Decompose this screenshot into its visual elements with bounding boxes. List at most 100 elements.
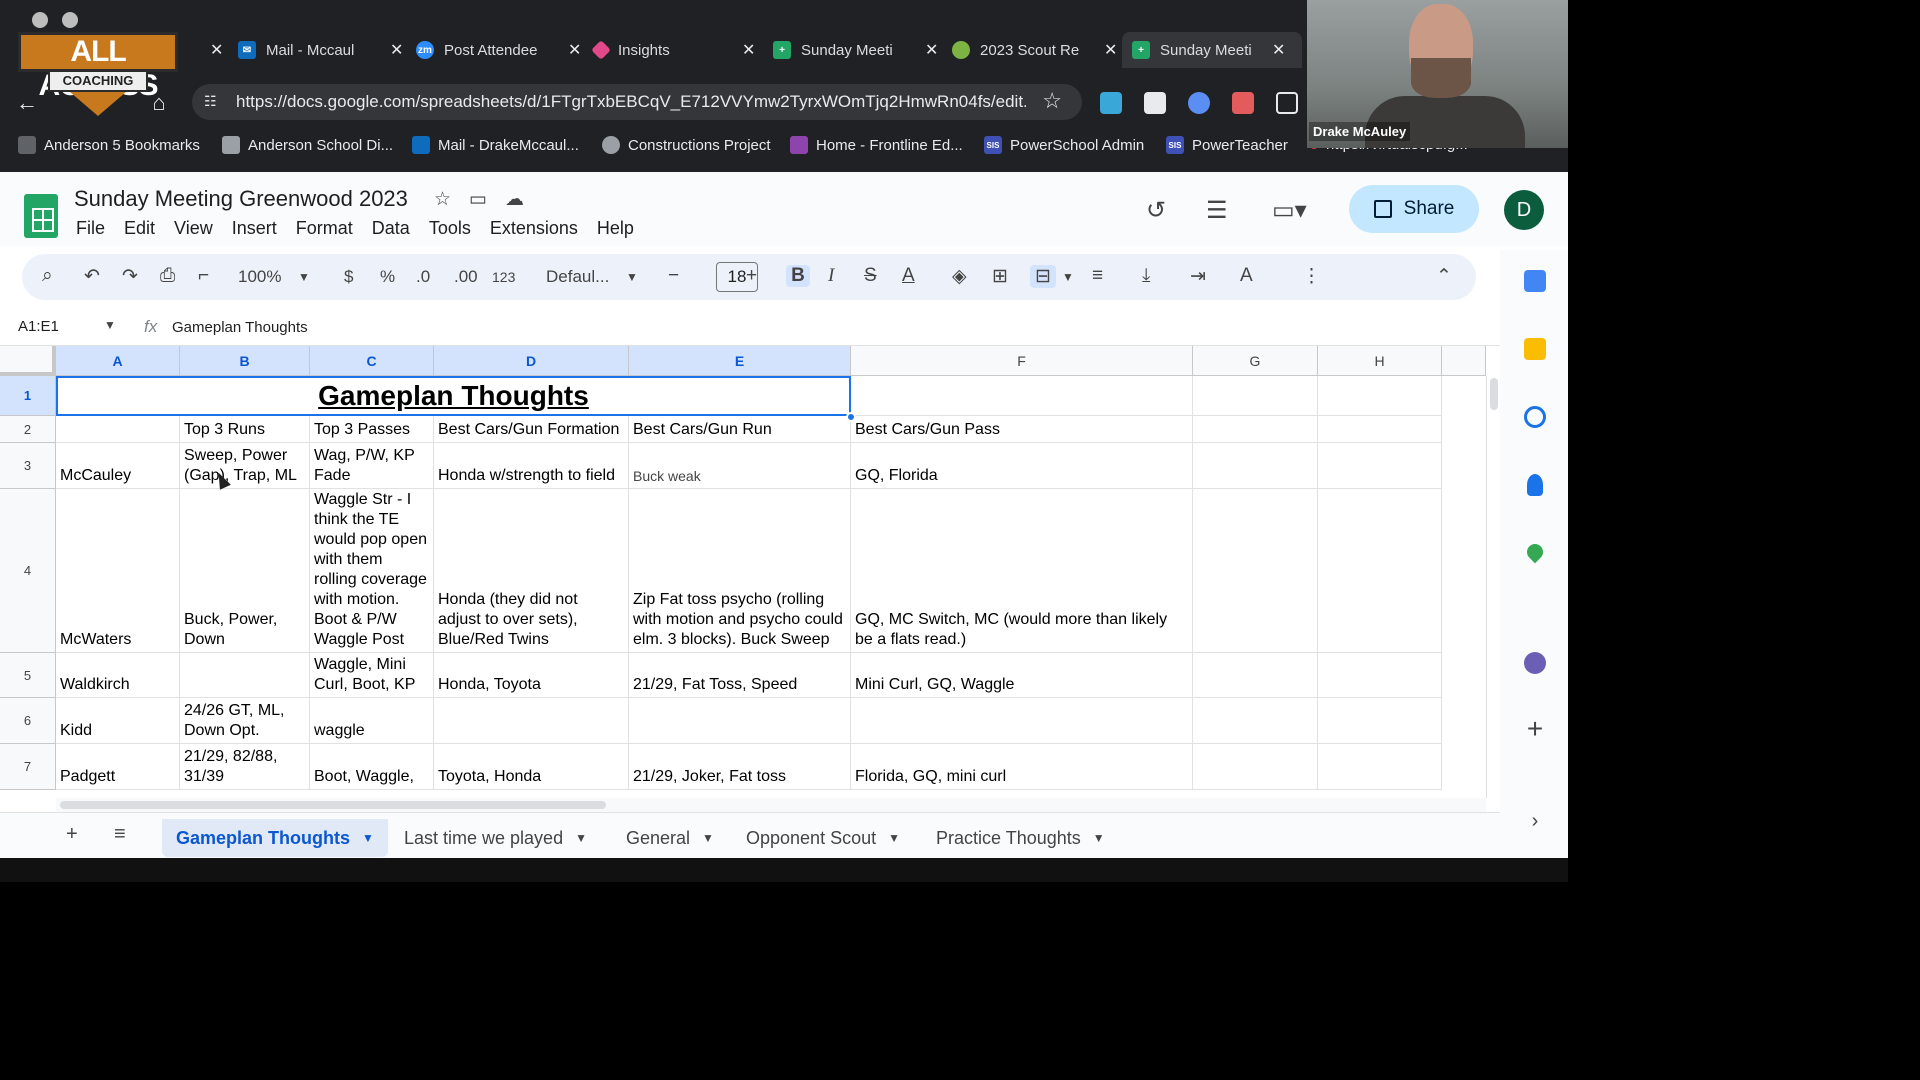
close-icon[interactable]: ✕ [1104,40,1117,60]
chevron-down-icon[interactable]: ▼ [1093,831,1105,845]
text-color-icon[interactable]: A [902,265,915,287]
cell[interactable]: 24/26 GT, ML, Down Opt. [180,698,310,744]
cell[interactable]: Kidd [56,698,180,744]
print-icon[interactable]: ⎙ [160,265,175,287]
cell[interactable]: Best Cars/Gun Run [629,416,851,443]
bold-icon[interactable]: B [786,265,810,287]
chevron-down-icon[interactable]: ▼ [362,831,374,845]
chevron-down-icon[interactable]: ▼ [575,831,587,845]
cell[interactable] [56,416,180,443]
bookmark-item[interactable]: SIS PowerSchool Admin [984,136,1144,154]
cell[interactable]: Waggle Str - I think the TE would pop op… [310,489,434,653]
window-dot-icon[interactable] [62,12,78,28]
chevron-down-icon[interactable]: ▼ [298,270,310,284]
add-addon-icon[interactable]: + [1524,715,1546,743]
chevron-down-icon[interactable]: ▼ [104,318,116,332]
selection-fill-handle[interactable] [846,412,856,422]
cell[interactable]: GQ, Florida [851,443,1193,489]
sheet-tab-last-time-we-played[interactable]: Last time we played ▼ [390,819,601,857]
cell[interactable]: Buck, Power, Down [180,489,310,653]
font-select[interactable]: Defaul... [546,267,609,287]
cell[interactable]: Waggle, Mini Curl, Boot, KP [310,653,434,698]
close-icon[interactable]: ✕ [568,40,581,60]
bookmark-star-icon[interactable]: ☆ [1042,88,1062,114]
browser-tab[interactable]: + Sunday Meeti ✕ [763,34,948,66]
close-icon[interactable]: ✕ [925,40,938,60]
name-box[interactable]: A1:E1 [18,318,59,335]
cell[interactable]: Best Cars/Gun Formation [434,416,629,443]
sheet-tab-general[interactable]: General ▼ [612,819,728,857]
add-sheet-icon[interactable]: + [66,823,78,846]
redo-icon[interactable]: ↷ [122,265,138,288]
text-wrapping-icon[interactable]: ⇥ [1190,265,1206,288]
cell[interactable]: Padgett [56,744,180,790]
home-icon[interactable]: ⌂ [146,90,172,116]
increase-decimal-button[interactable]: .00 [454,267,478,287]
bookmark-item[interactable]: Home - Frontline Ed... [790,136,963,154]
site-settings-icon[interactable]: ☷ [204,93,222,111]
close-icon[interactable]: ✕ [210,40,223,60]
move-folder-icon[interactable]: ▭ [469,188,487,211]
column-header[interactable]: C [310,346,434,376]
horizontal-align-icon[interactable]: ≡ [1092,265,1103,287]
browser-tab[interactable]: Insights ✕ [584,34,765,66]
row-header[interactable]: 6 [0,698,56,744]
cell[interactable]: 21/29, Fat Toss, Speed [629,653,851,698]
cell[interactable] [1193,443,1318,489]
more-options-icon[interactable]: ⋮ [1302,265,1321,288]
column-header[interactable]: G [1193,346,1318,376]
column-header[interactable]: A [56,346,180,376]
cell[interactable]: Sweep, Power (Gap), Trap, ML [180,443,310,489]
cell[interactable]: Honda w/strength to field [434,443,629,489]
menu-help[interactable]: Help [597,218,634,239]
tab-close-first[interactable]: ✕ [186,34,233,66]
cell[interactable] [1318,489,1442,653]
column-header[interactable]: E [629,346,851,376]
back-icon[interactable]: ← [14,90,40,116]
cell[interactable]: Boot, Waggle, [310,744,434,790]
cell[interactable] [1193,698,1318,744]
sheet-tab-opponent-scout[interactable]: Opponent Scout ▼ [732,819,914,857]
cell[interactable]: Florida, GQ, mini curl [851,744,1193,790]
browser-tab[interactable]: zm Post Attendee ✕ [406,34,591,66]
cell[interactable] [1318,416,1442,443]
sheet-tab-practice-thoughts[interactable]: Practice Thoughts ▼ [922,819,1119,857]
number-format-button[interactable]: 123 [492,269,515,285]
cell[interactable]: Mini Curl, GQ, Waggle [851,653,1193,698]
zoom-select[interactable]: 100% [238,267,281,287]
cell[interactable]: Wag, P/W, KP Fade [310,443,434,489]
puzzle-icon[interactable] [1276,92,1298,114]
row-header[interactable]: 4 [0,489,56,653]
scrollbar-thumb[interactable] [1490,378,1498,410]
cell[interactable]: Honda, Toyota [434,653,629,698]
addon-icon[interactable] [1524,652,1546,674]
cell[interactable] [1318,653,1442,698]
row-header[interactable]: 7 [0,744,56,790]
percent-button[interactable]: % [380,267,395,287]
cell[interactable] [1193,416,1318,443]
cell[interactable]: GQ, MC Switch, MC (would more than likel… [851,489,1193,653]
comments-icon[interactable]: ☰ [1206,196,1228,225]
browser-tab[interactable]: ✉ Mail - Mccaul ✕ [228,34,413,66]
menu-insert[interactable]: Insert [232,218,277,239]
scrollbar-thumb[interactable] [60,801,606,809]
cell[interactable]: waggle [310,698,434,744]
cell[interactable]: Toyota, Honda [434,744,629,790]
paint-format-icon[interactable]: ⌐ [198,265,209,287]
url-text[interactable]: https://docs.google.com/spreadsheets/d/1… [236,92,1026,112]
share-button[interactable]: Share [1349,185,1479,233]
cell[interactable] [1193,744,1318,790]
version-history-icon[interactable]: ↺ [1146,196,1166,225]
address-bar[interactable]: ☷ https://docs.google.com/spreadsheets/d… [192,84,1082,120]
sheets-logo-icon[interactable] [24,194,58,238]
bookmark-item[interactable]: Constructions Project [602,136,771,154]
row-header[interactable]: 3 [0,443,56,489]
cell[interactable]: Best Cars/Gun Pass [851,416,1193,443]
menu-tools[interactable]: Tools [429,218,471,239]
fill-color-icon[interactable]: ◈ [952,265,967,288]
star-icon[interactable]: ☆ [434,188,451,211]
cell[interactable]: 21/29, Joker, Fat toss [629,744,851,790]
chevron-right-icon[interactable]: › [1524,810,1546,832]
decrease-decimal-button[interactable]: .0 [416,267,430,287]
extension-icon[interactable] [1232,92,1254,114]
